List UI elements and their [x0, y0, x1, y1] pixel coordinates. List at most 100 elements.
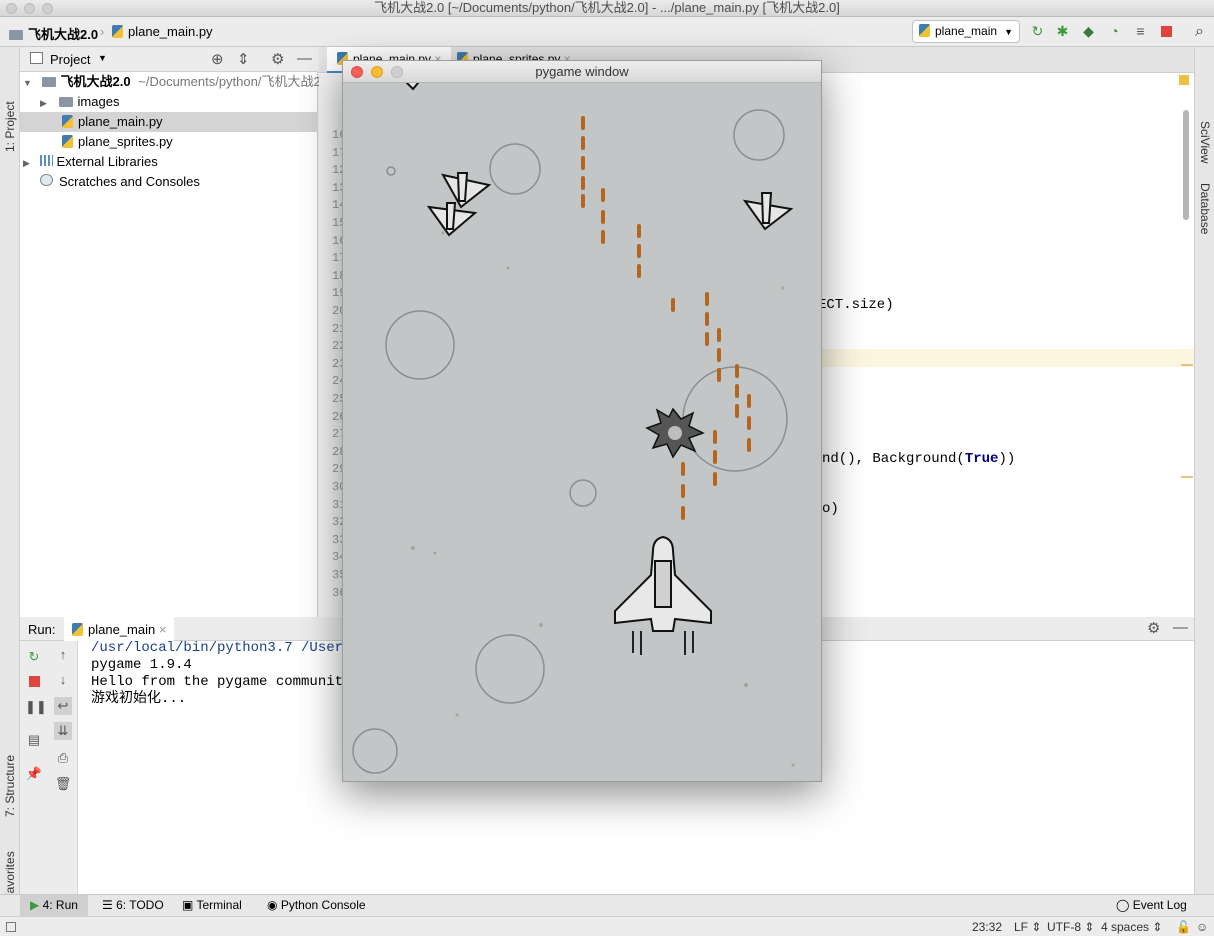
tree-item-plane-sprites[interactable]: plane_sprites.py: [62, 132, 173, 152]
breadcrumb-file[interactable]: plane_main.py: [112, 24, 213, 39]
python-file-icon: [919, 24, 930, 37]
bullet: [713, 430, 717, 444]
profile-icon[interactable]: ◔: [1107, 24, 1122, 39]
bullet: [601, 210, 605, 224]
trash-icon[interactable]: 🗑: [54, 775, 72, 793]
python-file-icon: [62, 115, 73, 128]
gear-icon[interactable]: ⚙: [271, 50, 284, 68]
warning-stripe-icon[interactable]: [1179, 75, 1189, 85]
inspector-icon[interactable]: ☺: [1196, 920, 1208, 934]
minimize-window-button[interactable]: [24, 3, 35, 14]
bullet: [601, 230, 605, 244]
bullet: [581, 176, 585, 190]
run-tab[interactable]: plane_main ×: [64, 617, 175, 641]
close-tab-icon[interactable]: ×: [159, 622, 167, 637]
layout-toggle-icon[interactable]: [6, 922, 16, 932]
file-encoding[interactable]: UTF-8 ⇕: [1047, 920, 1094, 934]
tree-item-images[interactable]: ▶ images: [40, 92, 318, 112]
rerun-icon[interactable]: ↻: [25, 648, 43, 666]
python-console-tool-tab[interactable]: ◉ Python Console: [267, 898, 366, 912]
project-view-select[interactable]: Project: [50, 52, 90, 67]
close-window-button[interactable]: [6, 3, 17, 14]
marker: [1181, 476, 1193, 478]
stop-icon[interactable]: [1159, 24, 1174, 39]
enemy-plane: [441, 172, 492, 209]
scratches-icon: [40, 174, 53, 186]
bullet: [601, 188, 605, 202]
stop-icon[interactable]: [25, 673, 43, 691]
caret-position[interactable]: 23:32: [972, 920, 1002, 934]
print-icon[interactable]: ⎙: [54, 749, 72, 767]
zoom-window-button[interactable]: [391, 66, 403, 78]
event-log-tool-tab[interactable]: ◯ Event Log: [1116, 898, 1187, 912]
close-window-button[interactable]: [351, 66, 363, 78]
chevron-down-icon[interactable]: ▼: [98, 53, 107, 63]
hero-plane: [614, 535, 712, 655]
code-fragment: nd(), Background(True)): [822, 451, 1016, 467]
indent-setting[interactable]: 4 spaces ⇕: [1101, 920, 1162, 934]
bullet: [717, 368, 721, 382]
editor-scrollbar[interactable]: [1183, 110, 1189, 220]
expanded-arrow-icon: ▼: [23, 78, 32, 88]
game-canvas[interactable]: [343, 83, 821, 781]
pygame-window-titlebar: pygame window: [343, 61, 821, 83]
layout-icon[interactable]: ▤: [25, 731, 43, 749]
python-file-icon: [62, 135, 73, 148]
folder-icon: [58, 97, 73, 107]
sciview-tool-tab[interactable]: SciView: [1198, 121, 1212, 163]
run-tool-tab[interactable]: ▶ 4: Run: [20, 895, 88, 916]
database-tool-tab[interactable]: Database: [1198, 183, 1212, 234]
console-line: /usr/local/bin/python3.7 /Users/: [91, 640, 360, 656]
down-arrow-icon[interactable]: ↓: [54, 671, 72, 689]
asteroid: [569, 479, 597, 507]
folder-icon: [41, 77, 56, 87]
hide-icon[interactable]: —: [1173, 619, 1188, 636]
tree-item-root[interactable]: ▼ 飞机大战2.0 ~/Documents/python/飞机大战2.0: [23, 72, 332, 92]
locate-icon[interactable]: ⊕: [211, 50, 224, 68]
run-configuration-select[interactable]: plane_main ▼: [912, 20, 1020, 43]
bullet: [637, 244, 641, 258]
soft-wrap-icon[interactable]: ↩: [54, 697, 72, 715]
minimize-window-button[interactable]: [371, 66, 383, 78]
line-separator[interactable]: LF ⇕: [1014, 920, 1041, 934]
project-tool-tab[interactable]: 1: Project: [3, 101, 17, 152]
hide-icon[interactable]: —: [297, 50, 312, 67]
breadcrumb-project[interactable]: 飞机大战2.0: [9, 24, 98, 43]
pin-icon[interactable]: 📌: [25, 765, 43, 783]
asteroid: [733, 109, 785, 161]
project-view-icon: [30, 52, 43, 64]
scroll-to-end-icon[interactable]: ⇊: [54, 722, 72, 740]
run-icon: ▶: [30, 898, 40, 912]
search-icon[interactable]: ⌕: [1192, 24, 1207, 40]
bullet: [681, 506, 685, 520]
concurrency-icon[interactable]: ≡: [1133, 24, 1148, 39]
tree-item-external-libraries[interactable]: ▶ External Libraries: [23, 152, 158, 172]
lock-icon[interactable]: 🔓: [1176, 920, 1191, 934]
coverage-icon[interactable]: ◆: [1081, 24, 1096, 39]
tree-item-plane-main[interactable]: plane_main.py: [20, 112, 318, 132]
pygame-window[interactable]: pygame window: [342, 60, 822, 782]
rerun-icon[interactable]: ↻: [1030, 24, 1045, 39]
debug-icon[interactable]: ✱: [1055, 24, 1070, 39]
project-panel-header: Project ▼ ⊕ ⇕ ⚙ —: [20, 47, 318, 72]
gear-icon[interactable]: ⚙: [1147, 619, 1160, 637]
bullet: [735, 384, 739, 398]
python-file-icon: [72, 623, 83, 636]
up-arrow-icon[interactable]: ↑: [54, 646, 72, 664]
tree-item-scratches[interactable]: Scratches and Consoles: [40, 172, 200, 192]
collapse-icon[interactable]: ⇕: [237, 50, 250, 68]
bullet: [637, 224, 641, 238]
bullet: [681, 484, 685, 498]
bullet: [705, 312, 709, 326]
terminal-tool-tab[interactable]: ▣ Terminal: [182, 898, 242, 912]
breadcrumb-separator: ›: [100, 24, 105, 39]
bullet: [713, 450, 717, 464]
todo-tool-tab[interactable]: ☰ 6: TODO: [102, 898, 164, 912]
enemy-plane: [426, 202, 478, 237]
structure-tool-tab[interactable]: 7: Structure: [3, 755, 17, 817]
python-file-icon: [112, 25, 123, 38]
bullet: [747, 438, 751, 452]
bullet: [717, 328, 721, 342]
pause-icon[interactable]: ❚❚: [25, 698, 47, 716]
zoom-window-button[interactable]: [42, 3, 53, 14]
